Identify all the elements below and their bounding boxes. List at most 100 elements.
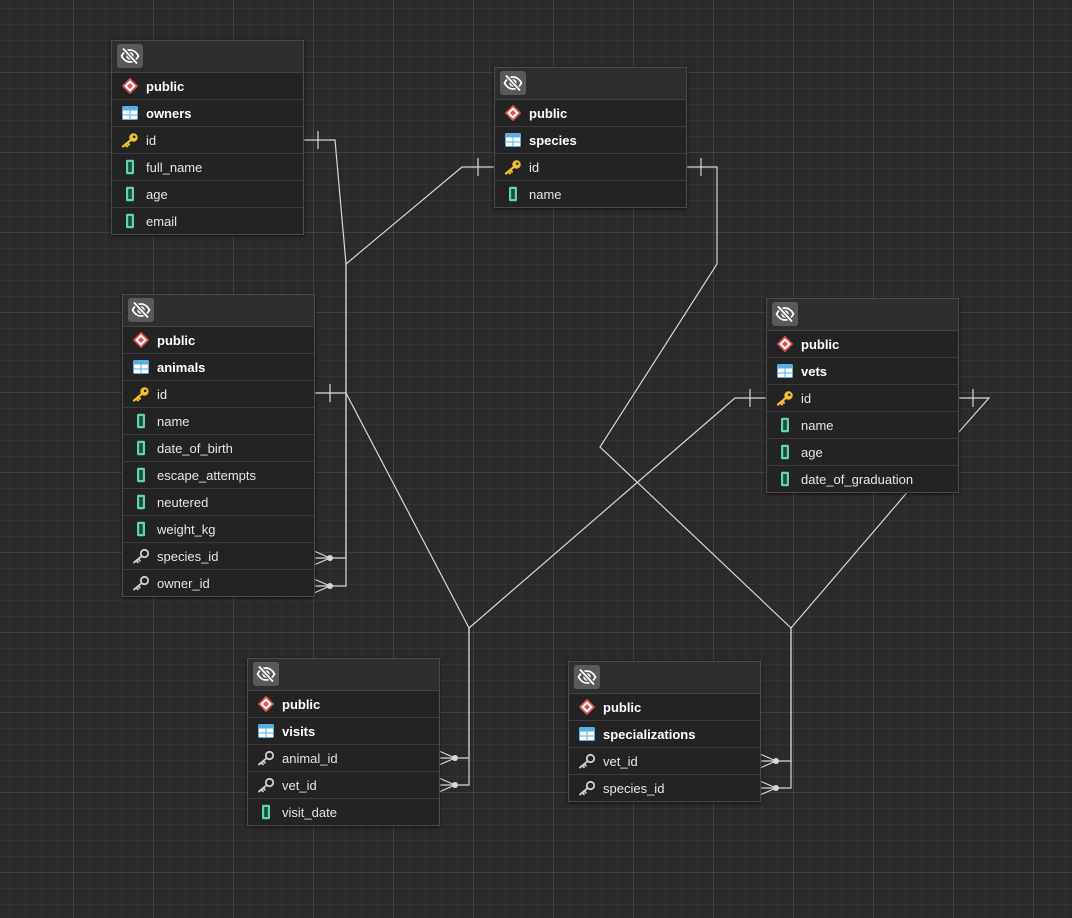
schema-row[interactable]: public [767,331,958,358]
table-name-row[interactable]: owners [112,100,303,127]
table-card-animals[interactable]: public animals id name date_of_birth escape_a… [122,294,315,597]
table-name: vets [801,363,828,379]
column-row-neutered[interactable]: neutered [123,489,314,516]
table-card-owners[interactable]: public owners id full_nameage email [111,40,304,235]
column-name: name [529,186,562,202]
many-marker-dot [452,755,458,761]
foreign-key-icon [578,752,596,770]
column-name: owner_id [157,575,210,591]
foreign-key-icon [257,776,275,794]
table-name-row[interactable]: vets [767,358,958,385]
column-name: weight_kg [157,521,216,537]
column-name: visit_date [282,804,337,820]
table-name: species [529,132,577,148]
column-row-id[interactable]: id [767,385,958,412]
column-name: date_of_graduation [801,471,914,487]
column-row-name[interactable]: name [495,181,686,207]
column-name: id [801,390,812,406]
schema-diamond-icon [776,335,794,353]
column-name: id [146,132,157,148]
schema-diamond-icon [257,695,275,713]
many-marker-dot [327,555,333,561]
column-icon [121,158,139,176]
eye-slash-icon[interactable] [253,662,279,686]
many-marker [313,578,332,594]
column-row-species-id[interactable]: species_id [123,543,314,570]
schema-diamond-icon [132,331,150,349]
column-icon [132,493,150,511]
column-row-age[interactable]: age [767,439,958,466]
schema-name: public [282,696,321,712]
many-marker [313,550,332,566]
column-row-date-of-graduation[interactable]: date_of_graduation [767,466,958,492]
foreign-key-icon [132,547,150,565]
schema-row[interactable]: public [569,694,760,721]
column-name: age [801,444,823,460]
column-row-full-name[interactable]: full_name [112,154,303,181]
column-row-name[interactable]: name [767,412,958,439]
table-name-row[interactable]: animals [123,354,314,381]
column-name: id [529,159,540,175]
column-row-name[interactable]: name [123,408,314,435]
eye-slash-icon[interactable] [500,71,526,95]
table-card-visits[interactable]: public visits animal_id vet_id visit_date [247,658,440,826]
schema-row[interactable]: public [495,100,686,127]
column-row-vet-id[interactable]: vet_id [569,748,760,775]
column-row-owner-id[interactable]: owner_id [123,570,314,596]
many-marker [759,753,778,769]
column-row-species-id[interactable]: species_id [569,775,760,801]
column-name: vet_id [282,777,317,793]
column-row-email[interactable]: email [112,208,303,234]
foreign-key-icon [257,749,275,767]
table-grid-icon [504,131,522,149]
schema-row[interactable]: public [248,691,439,718]
table-name-row[interactable]: species [495,127,686,154]
key-icon [776,389,794,407]
schema-name: public [529,105,568,121]
column-name: species_id [603,780,665,796]
table-name: owners [146,105,192,121]
table-name-row[interactable]: specializations [569,721,760,748]
column-row-visit-date[interactable]: visit_date [248,799,439,825]
column-icon [132,412,150,430]
many-marker [438,777,457,793]
column-row-id[interactable]: id [495,154,686,181]
table-grid-icon [776,362,794,380]
many-marker [438,750,457,766]
table-card-species[interactable]: public species id name [494,67,687,208]
many-marker-dot [452,782,458,788]
schema-row[interactable]: public [123,327,314,354]
column-row-vet-id[interactable]: vet_id [248,772,439,799]
eye-slash-icon[interactable] [772,302,798,326]
column-name: age [146,186,168,202]
column-row-weight-kg[interactable]: weight_kg [123,516,314,543]
column-row-escape-attempts[interactable]: escape_attempts [123,462,314,489]
table-card-header [112,41,303,73]
schema-row[interactable]: public [112,73,303,100]
table-card-vets[interactable]: public vets id name age date_of_graduation [766,298,959,493]
column-icon [776,443,794,461]
many-marker-dot [773,758,779,764]
key-icon [121,131,139,149]
eye-slash-icon[interactable] [574,665,600,689]
column-name: neutered [157,494,209,510]
connector-animals-species [313,166,495,559]
column-row-id[interactable]: id [123,381,314,408]
column-row-id[interactable]: id [112,127,303,154]
column-row-animal-id[interactable]: animal_id [248,745,439,772]
column-row-date-of-birth[interactable]: date_of_birth [123,435,314,462]
eye-slash-icon[interactable] [117,44,143,68]
column-name: full_name [146,159,203,175]
table-name-row[interactable]: visits [248,718,439,745]
column-row-age[interactable]: age [112,181,303,208]
column-name: escape_attempts [157,467,257,483]
column-icon [121,185,139,203]
table-name: animals [157,359,206,375]
schema-name: public [157,332,196,348]
table-card-specializations[interactable]: public specializations vet_id species_id [568,661,761,802]
column-icon [132,466,150,484]
eye-slash-icon[interactable] [128,298,154,322]
schema-name: public [801,336,840,352]
column-icon [776,470,794,488]
foreign-key-icon [578,779,596,797]
